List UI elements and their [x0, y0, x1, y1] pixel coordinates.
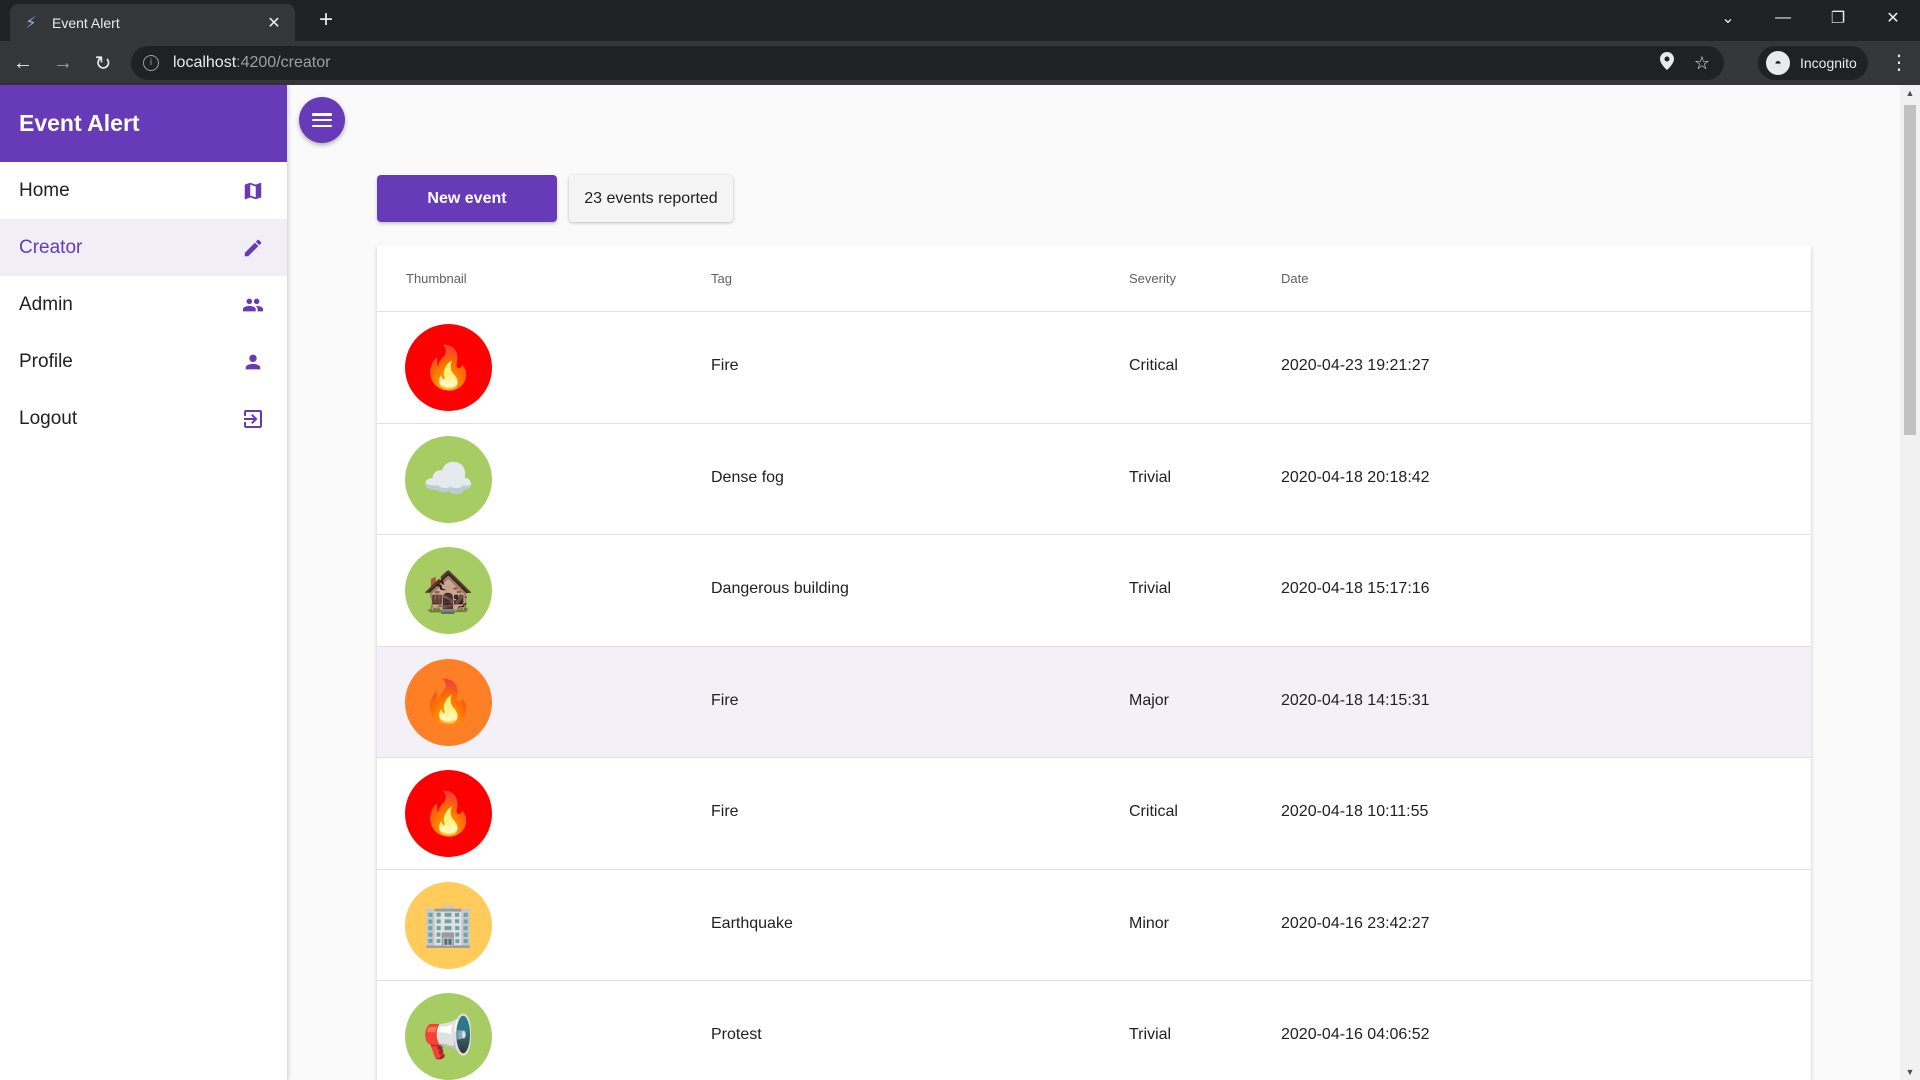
tab-search-icon[interactable]: ⌄ — [1700, 0, 1756, 36]
pencil-icon — [239, 234, 267, 262]
nav-item-home[interactable]: Home — [0, 162, 287, 219]
logout-icon — [239, 405, 267, 433]
row-severity: Trivial — [1129, 580, 1172, 597]
fire-icon: 🔥 — [405, 658, 492, 746]
location-pin-icon[interactable] — [1659, 51, 1674, 75]
row-date: 2020-04-18 14:15:31 — [1281, 691, 1430, 709]
forward-button[interactable]: → — [46, 46, 80, 80]
row-date: 2020-04-16 04:06:52 — [1281, 1026, 1430, 1043]
nav-item-label: Creator — [19, 236, 83, 258]
table-row[interactable]: 🔥 Fire Critical 2020-04-18 10:11:55 — [377, 758, 1811, 870]
reload-button[interactable]: ↻ — [86, 46, 120, 80]
fire-icon: 🔥 — [405, 770, 492, 857]
address-bar[interactable]: i localhost:4200/creator ☆ — [131, 46, 1724, 80]
hamburger-icon — [312, 113, 332, 127]
row-severity: Minor — [1129, 914, 1170, 932]
incognito-label: Incognito — [1800, 55, 1857, 71]
events-count-badge: 23 events reported — [569, 175, 733, 222]
tab-title: Event Alert — [52, 14, 120, 31]
header-severity[interactable]: Severity — [1129, 271, 1176, 286]
url-path: :4200/creator — [236, 54, 331, 71]
nav-item-admin[interactable]: Admin — [0, 276, 287, 333]
new-event-button[interactable]: New event — [377, 175, 557, 222]
row-severity: Critical — [1129, 803, 1178, 820]
table-row[interactable]: 📢 Protest Trivial 2020-04-16 04:06:52 — [377, 981, 1811, 1080]
row-severity: Critical — [1129, 357, 1178, 374]
fog-icon: ☁️ — [405, 435, 492, 523]
row-date: 2020-04-18 20:18:42 — [1281, 468, 1430, 486]
person-icon — [239, 348, 267, 376]
back-button[interactable]: ← — [6, 46, 40, 80]
table-header: Thumbnail Tag Severity Date — [377, 245, 1811, 312]
row-date: 2020-04-16 23:42:27 — [1281, 914, 1430, 932]
sidenav: Event Alert Home Creator Admin Profile L… — [0, 85, 287, 1080]
map-icon — [239, 177, 267, 205]
row-tag: Fire — [711, 803, 739, 820]
nav-item-label: Logout — [19, 407, 78, 429]
nav-item-logout[interactable]: Logout — [0, 390, 287, 447]
derelict-building-icon: 🏚️ — [405, 547, 492, 634]
page-scrollbar[interactable]: ▲ ▼ — [1900, 85, 1920, 1080]
new-tab-button[interactable]: + — [312, 6, 340, 34]
close-window-button[interactable]: ✕ — [1865, 0, 1920, 36]
table-row[interactable]: 🔥 Fire Critical 2020-04-23 19:21:27 — [377, 312, 1811, 424]
nav-item-creator[interactable]: Creator — [0, 219, 287, 276]
browser-toolbar: ← → ↻ i localhost:4200/creator ☆ ◓ Incog… — [0, 41, 1920, 85]
row-date: 2020-04-18 10:11:55 — [1281, 803, 1429, 820]
minimize-button[interactable]: — — [1755, 0, 1811, 36]
events-table: Thumbnail Tag Severity Date 🔥 Fire Criti… — [377, 245, 1811, 1080]
browser-tabstrip: ⚡ Event Alert ✕ + ⌄ — ❐ ✕ — [0, 0, 1920, 41]
row-date: 2020-04-23 19:21:27 — [1281, 357, 1430, 374]
row-severity: Trivial — [1129, 1026, 1172, 1043]
table-row[interactable]: 🔥 Fire Major 2020-04-18 14:15:31 — [377, 646, 1811, 758]
row-severity: Trivial — [1129, 468, 1172, 486]
site-info-icon[interactable]: i — [143, 55, 159, 71]
app-brand: Event Alert — [0, 85, 287, 162]
row-tag: Fire — [711, 691, 739, 709]
nav-item-label: Home — [19, 179, 70, 201]
main-content: New event 23 events reported Thumbnail T… — [287, 85, 1900, 1080]
row-severity: Major — [1129, 691, 1170, 709]
close-tab-icon[interactable]: ✕ — [265, 13, 283, 33]
row-tag: Earthquake — [711, 914, 793, 932]
url-host: localhost — [173, 54, 237, 71]
megaphone-icon: 📢 — [405, 993, 492, 1080]
browser-tab[interactable]: ⚡ Event Alert ✕ — [10, 4, 295, 41]
table-row[interactable]: 🏢 Earthquake Minor 2020-04-16 23:42:27 — [377, 870, 1811, 981]
row-tag: Fire — [711, 357, 739, 374]
scroll-down-icon[interactable]: ▼ — [1900, 1064, 1920, 1080]
incognito-icon: ◓ — [1766, 51, 1790, 75]
header-tag[interactable]: Tag — [711, 271, 732, 286]
nav-item-label: Admin — [19, 293, 73, 315]
earthquake-icon: 🏢 — [405, 881, 492, 969]
nav-item-label: Profile — [19, 350, 73, 372]
group-icon — [239, 291, 267, 319]
app-root: Event Alert Home Creator Admin Profile L… — [0, 85, 1920, 1080]
row-tag: Protest — [711, 1026, 762, 1043]
scroll-up-icon[interactable]: ▲ — [1900, 85, 1920, 101]
restore-button[interactable]: ❐ — [1810, 0, 1866, 36]
nav-item-profile[interactable]: Profile — [0, 333, 287, 390]
lightning-icon: ⚡ — [25, 14, 37, 32]
header-date[interactable]: Date — [1281, 271, 1308, 286]
table-row[interactable]: 🏚️ Dangerous building Trivial 2020-04-18… — [377, 535, 1811, 647]
bookmark-star-icon[interactable]: ☆ — [1694, 53, 1710, 74]
row-tag: Dangerous building — [711, 580, 849, 597]
browser-menu-icon[interactable]: ⋮ — [1884, 46, 1914, 80]
row-tag: Dense fog — [711, 468, 784, 486]
row-date: 2020-04-18 15:17:16 — [1281, 580, 1430, 597]
table-row[interactable]: ☁️ Dense fog Trivial 2020-04-18 20:18:42 — [377, 424, 1811, 535]
fire-icon: 🔥 — [405, 324, 492, 411]
menu-toggle-button[interactable] — [299, 97, 345, 143]
header-thumbnail[interactable]: Thumbnail — [406, 271, 467, 286]
scrollbar-thumb[interactable] — [1904, 105, 1916, 435]
incognito-badge[interactable]: ◓ Incognito — [1758, 46, 1868, 80]
